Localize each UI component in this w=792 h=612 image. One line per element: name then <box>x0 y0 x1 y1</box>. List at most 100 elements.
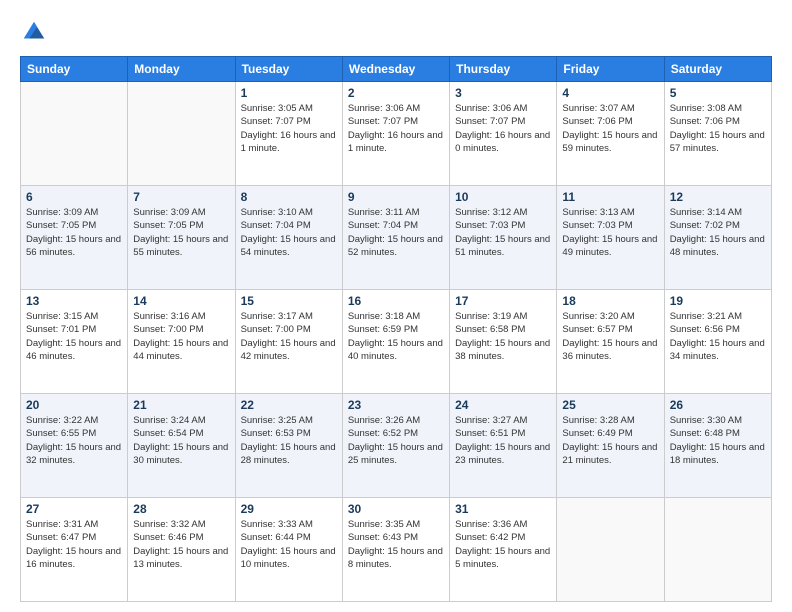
header <box>20 18 772 46</box>
calendar-row-4: 20 Sunrise: 3:22 AM Sunset: 6:55 PM Dayli… <box>21 394 772 498</box>
weekday-header-friday: Friday <box>557 57 664 82</box>
day-number: 1 <box>241 86 337 100</box>
calendar-table: SundayMondayTuesdayWednesdayThursdayFrid… <box>20 56 772 602</box>
calendar-cell: 11 Sunrise: 3:13 AM Sunset: 7:03 PM Dayli… <box>557 186 664 290</box>
calendar-cell: 2Sunrise: 3:06 AM Sunset: 7:07 PM Daylig… <box>342 82 449 186</box>
calendar-cell: 12Sunrise: 3:14 AM Sunset: 7:02 PM Dayli… <box>664 186 771 290</box>
day-info: Sunrise: 3:33 AM Sunset: 6:44 PM Dayligh… <box>241 518 337 571</box>
calendar-row-3: 13 Sunrise: 3:15 AM Sunset: 7:01 PM Dayli… <box>21 290 772 394</box>
day-info: Sunrise: 3:27 AM Sunset: 6:51 PM Dayligh… <box>455 414 551 467</box>
logo-icon <box>20 18 48 46</box>
weekday-header-row: SundayMondayTuesdayWednesdayThursdayFrid… <box>21 57 772 82</box>
calendar-cell: 30 Sunrise: 3:35 AM Sunset: 6:43 PM Dayli… <box>342 498 449 602</box>
calendar-cell: 28 Sunrise: 3:32 AM Sunset: 6:46 PM Dayli… <box>128 498 235 602</box>
day-info: Sunrise: 3:32 AM Sunset: 6:46 PM Dayligh… <box>133 518 229 571</box>
calendar-row-5: 27 Sunrise: 3:31 AM Sunset: 6:47 PM Dayli… <box>21 498 772 602</box>
day-number: 19 <box>670 294 766 308</box>
day-number: 6 <box>26 190 122 204</box>
calendar-cell <box>664 498 771 602</box>
calendar-cell: 10 Sunrise: 3:12 AM Sunset: 7:03 PM Dayli… <box>450 186 557 290</box>
day-info: Sunrise: 3:15 AM Sunset: 7:01 PM Dayligh… <box>26 310 122 363</box>
day-info: Sunrise: 3:13 AM Sunset: 7:03 PM Dayligh… <box>562 206 658 259</box>
calendar-cell: 19 Sunrise: 3:21 AM Sunset: 6:56 PM Dayli… <box>664 290 771 394</box>
calendar-row-1: 1 Sunrise: 3:05 AM Sunset: 7:07 PM Daylig… <box>21 82 772 186</box>
calendar-cell: 20 Sunrise: 3:22 AM Sunset: 6:55 PM Dayli… <box>21 394 128 498</box>
day-info: Sunrise: 3:36 AM Sunset: 6:42 PM Dayligh… <box>455 518 551 571</box>
calendar-cell: 18 Sunrise: 3:20 AM Sunset: 6:57 PM Dayli… <box>557 290 664 394</box>
day-info: Sunrise: 3:21 AM Sunset: 6:56 PM Dayligh… <box>670 310 766 363</box>
day-info: Sunrise: 3:25 AM Sunset: 6:53 PM Dayligh… <box>241 414 337 467</box>
day-number: 7 <box>133 190 229 204</box>
calendar-cell: 15Sunrise: 3:17 AM Sunset: 7:00 PM Dayli… <box>235 290 342 394</box>
day-number: 28 <box>133 502 229 516</box>
day-info: Sunrise: 3:28 AM Sunset: 6:49 PM Dayligh… <box>562 414 658 467</box>
day-number: 25 <box>562 398 658 412</box>
day-info: Sunrise: 3:24 AM Sunset: 6:54 PM Dayligh… <box>133 414 229 467</box>
calendar-cell: 22 Sunrise: 3:25 AM Sunset: 6:53 PM Dayli… <box>235 394 342 498</box>
page: SundayMondayTuesdayWednesdayThursdayFrid… <box>0 0 792 612</box>
day-number: 27 <box>26 502 122 516</box>
day-number: 4 <box>562 86 658 100</box>
day-number: 21 <box>133 398 229 412</box>
day-number: 14 <box>133 294 229 308</box>
day-info: Sunrise: 3:11 AM Sunset: 7:04 PM Dayligh… <box>348 206 444 259</box>
day-number: 20 <box>26 398 122 412</box>
day-info: Sunrise: 3:10 AM Sunset: 7:04 PM Dayligh… <box>241 206 337 259</box>
day-info: Sunrise: 3:22 AM Sunset: 6:55 PM Dayligh… <box>26 414 122 467</box>
day-info: Sunrise: 3:26 AM Sunset: 6:52 PM Dayligh… <box>348 414 444 467</box>
day-info: Sunrise: 3:09 AM Sunset: 7:05 PM Dayligh… <box>26 206 122 259</box>
calendar-row-2: 6 Sunrise: 3:09 AM Sunset: 7:05 PM Daylig… <box>21 186 772 290</box>
calendar-cell: 17 Sunrise: 3:19 AM Sunset: 6:58 PM Dayli… <box>450 290 557 394</box>
day-number: 15 <box>241 294 337 308</box>
calendar-cell: 6 Sunrise: 3:09 AM Sunset: 7:05 PM Daylig… <box>21 186 128 290</box>
day-info: Sunrise: 3:12 AM Sunset: 7:03 PM Dayligh… <box>455 206 551 259</box>
calendar-cell: 16 Sunrise: 3:18 AM Sunset: 6:59 PM Dayli… <box>342 290 449 394</box>
calendar-cell: 29 Sunrise: 3:33 AM Sunset: 6:44 PM Dayli… <box>235 498 342 602</box>
calendar-cell: 26 Sunrise: 3:30 AM Sunset: 6:48 PM Dayli… <box>664 394 771 498</box>
day-number: 16 <box>348 294 444 308</box>
day-info: Sunrise: 3:16 AM Sunset: 7:00 PM Dayligh… <box>133 310 229 363</box>
day-info: Sunrise: 3:31 AM Sunset: 6:47 PM Dayligh… <box>26 518 122 571</box>
calendar-cell: 9 Sunrise: 3:11 AM Sunset: 7:04 PM Daylig… <box>342 186 449 290</box>
day-info: Sunrise: 3:14 AM Sunset: 7:02 PM Dayligh… <box>670 206 766 259</box>
day-number: 3 <box>455 86 551 100</box>
calendar-cell: 31 Sunrise: 3:36 AM Sunset: 6:42 PM Dayli… <box>450 498 557 602</box>
day-number: 31 <box>455 502 551 516</box>
calendar-cell: 3Sunrise: 3:06 AM Sunset: 7:07 PM Daylig… <box>450 82 557 186</box>
day-info: Sunrise: 3:18 AM Sunset: 6:59 PM Dayligh… <box>348 310 444 363</box>
calendar-cell: 14 Sunrise: 3:16 AM Sunset: 7:00 PM Dayli… <box>128 290 235 394</box>
weekday-header-sunday: Sunday <box>21 57 128 82</box>
calendar-cell: 5 Sunrise: 3:08 AM Sunset: 7:06 PM Daylig… <box>664 82 771 186</box>
day-info: Sunrise: 3:19 AM Sunset: 6:58 PM Dayligh… <box>455 310 551 363</box>
weekday-header-monday: Monday <box>128 57 235 82</box>
calendar-cell: 21 Sunrise: 3:24 AM Sunset: 6:54 PM Dayli… <box>128 394 235 498</box>
day-number: 29 <box>241 502 337 516</box>
calendar-cell <box>128 82 235 186</box>
day-number: 22 <box>241 398 337 412</box>
day-info: Sunrise: 3:30 AM Sunset: 6:48 PM Dayligh… <box>670 414 766 467</box>
day-number: 9 <box>348 190 444 204</box>
day-number: 13 <box>26 294 122 308</box>
logo <box>20 18 52 46</box>
day-info: Sunrise: 3:20 AM Sunset: 6:57 PM Dayligh… <box>562 310 658 363</box>
day-number: 17 <box>455 294 551 308</box>
day-number: 23 <box>348 398 444 412</box>
calendar-cell: 27 Sunrise: 3:31 AM Sunset: 6:47 PM Dayli… <box>21 498 128 602</box>
day-number: 24 <box>455 398 551 412</box>
day-number: 5 <box>670 86 766 100</box>
day-number: 18 <box>562 294 658 308</box>
calendar-cell: 13 Sunrise: 3:15 AM Sunset: 7:01 PM Dayli… <box>21 290 128 394</box>
day-number: 26 <box>670 398 766 412</box>
day-number: 8 <box>241 190 337 204</box>
day-info: Sunrise: 3:08 AM Sunset: 7:06 PM Dayligh… <box>670 102 766 155</box>
day-number: 30 <box>348 502 444 516</box>
day-info: Sunrise: 3:07 AM Sunset: 7:06 PM Dayligh… <box>562 102 658 155</box>
calendar-cell <box>21 82 128 186</box>
calendar-cell: 1 Sunrise: 3:05 AM Sunset: 7:07 PM Daylig… <box>235 82 342 186</box>
day-info: Sunrise: 3:35 AM Sunset: 6:43 PM Dayligh… <box>348 518 444 571</box>
day-number: 10 <box>455 190 551 204</box>
calendar-cell: 23 Sunrise: 3:26 AM Sunset: 6:52 PM Dayli… <box>342 394 449 498</box>
day-info: Sunrise: 3:05 AM Sunset: 7:07 PM Dayligh… <box>241 102 337 155</box>
day-info: Sunrise: 3:09 AM Sunset: 7:05 PM Dayligh… <box>133 206 229 259</box>
day-number: 11 <box>562 190 658 204</box>
